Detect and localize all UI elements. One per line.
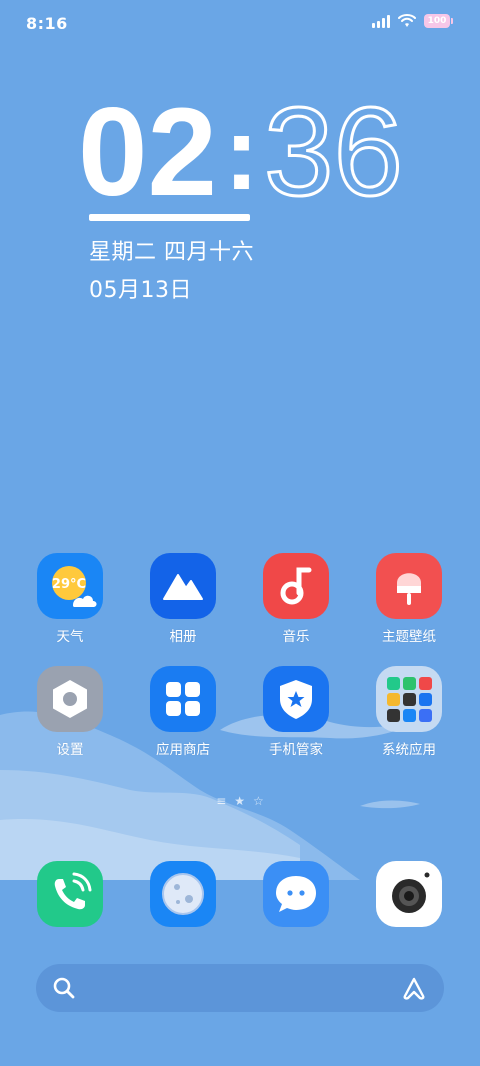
phone-manager-icon <box>263 666 329 732</box>
phone-icon <box>37 861 103 927</box>
page-indicator-next: ☆ <box>253 794 264 808</box>
app-label: 设置 <box>56 742 84 758</box>
app-store-icon <box>150 666 216 732</box>
search-icon[interactable] <box>52 976 76 1000</box>
page-indicator-current: ★ <box>234 794 246 808</box>
dock-messages[interactable] <box>248 861 344 927</box>
app-label: 主题壁纸 <box>382 629 436 645</box>
messages-icon <box>263 861 329 927</box>
browser-icon <box>150 861 216 927</box>
app-label: 手机管家 <box>269 742 323 758</box>
battery-icon: 100 <box>424 14 453 28</box>
themes-icon <box>376 553 442 619</box>
system-apps-folder-icon <box>376 666 442 732</box>
dock-browser[interactable] <box>135 861 231 927</box>
app-weather[interactable]: 29°C 天气 <box>22 553 118 645</box>
app-label: 天气 <box>56 629 84 645</box>
clock-minutes: 36 <box>264 88 403 213</box>
gallery-icon <box>150 553 216 619</box>
weather-temp-badge: 29°C <box>52 577 86 592</box>
camera-icon <box>376 861 442 927</box>
wifi-icon <box>398 14 416 27</box>
status-bar: 8:16 100 <box>0 0 480 50</box>
app-themes[interactable]: 主题壁纸 <box>361 553 457 645</box>
clock-separator: : <box>224 95 259 212</box>
app-store[interactable]: 应用商店 <box>135 666 231 758</box>
clock-underline <box>89 214 250 221</box>
app-phone-manager[interactable]: 手机管家 <box>248 666 344 758</box>
page-indicator-list: ≡ <box>216 794 227 808</box>
date-month-day: 05月13日 <box>89 278 192 303</box>
signal-icon <box>372 14 390 28</box>
app-music[interactable]: 音乐 <box>248 553 344 645</box>
app-label: 应用商店 <box>156 742 210 758</box>
battery-level: 100 <box>427 15 447 26</box>
clock-hours: 02 <box>78 88 217 213</box>
app-system-apps-folder[interactable]: 系统应用 <box>361 666 457 758</box>
music-icon <box>263 553 329 619</box>
page-indicator[interactable]: ≡ ★ ☆ <box>0 794 480 808</box>
lockscreen-clock: 02 : 36 <box>78 88 418 213</box>
app-settings[interactable]: 设置 <box>22 666 118 758</box>
app-gallery[interactable]: 相册 <box>135 553 231 645</box>
status-time: 8:16 <box>26 14 68 33</box>
app-label: 相册 <box>169 629 197 645</box>
status-icons: 100 <box>372 14 453 28</box>
assistant-icon[interactable] <box>400 976 428 1000</box>
settings-icon <box>37 666 103 732</box>
app-label: 系统应用 <box>382 742 436 758</box>
date-weekday-lunar: 星期二 四月十六 <box>89 240 254 265</box>
app-label: 音乐 <box>282 629 310 645</box>
search-bar[interactable] <box>36 964 444 1012</box>
weather-icon: 29°C <box>37 553 103 619</box>
dock-camera[interactable] <box>361 861 457 927</box>
dock-phone[interactable] <box>22 861 118 927</box>
